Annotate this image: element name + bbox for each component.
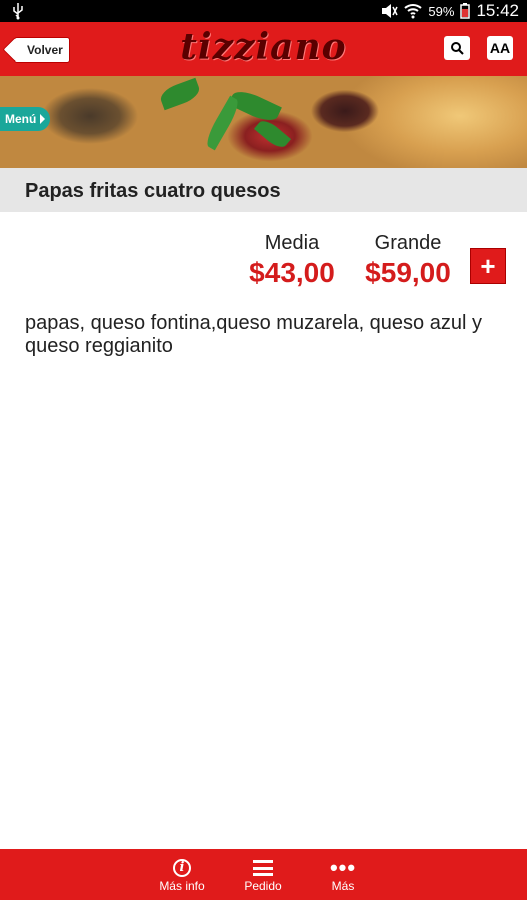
food-banner bbox=[0, 76, 527, 168]
mute-icon bbox=[382, 4, 399, 18]
price-label: Grande bbox=[374, 232, 442, 254]
battery-icon bbox=[460, 3, 471, 19]
info-icon: i bbox=[173, 859, 191, 877]
nav-mas-info[interactable]: i Más info bbox=[147, 857, 217, 893]
usb-icon bbox=[13, 3, 23, 20]
parsley-leaf bbox=[202, 95, 243, 151]
product-title-bar: Papas fritas cuatro quesos bbox=[0, 168, 527, 212]
status-bar: 59% 15:42 bbox=[0, 0, 527, 22]
top-bar: Volver tizziano AA bbox=[0, 22, 527, 76]
nav-label: Más bbox=[331, 879, 355, 893]
price-value: $59,00 bbox=[365, 257, 451, 288]
product-title: Papas fritas cuatro quesos bbox=[25, 180, 281, 202]
price-grande: Grande $59,00 bbox=[356, 232, 460, 289]
nav-pedido[interactable]: Pedido bbox=[228, 857, 298, 893]
wifi-icon bbox=[404, 4, 423, 19]
parsley-leaf bbox=[253, 116, 292, 152]
menu-tab[interactable]: Menú bbox=[0, 107, 51, 131]
add-to-order-button[interactable]: + bbox=[470, 248, 506, 284]
price-media: Media $43,00 bbox=[240, 232, 344, 289]
nav-label: Más info bbox=[159, 879, 205, 893]
search-icon bbox=[451, 42, 464, 55]
price-value: $43,00 bbox=[249, 257, 335, 288]
nav-label: Pedido bbox=[244, 879, 282, 893]
font-size-button[interactable]: AA bbox=[487, 36, 513, 60]
more-icon: ••• bbox=[329, 855, 357, 880]
parsley-leaf bbox=[157, 77, 203, 111]
clock: 15:42 bbox=[476, 1, 519, 20]
price-label: Media bbox=[264, 232, 320, 254]
list-icon bbox=[253, 860, 273, 876]
bottom-nav: i Más info Pedido ••• Más bbox=[0, 849, 527, 900]
search-button[interactable] bbox=[444, 36, 470, 60]
battery-percent: 59% bbox=[428, 3, 455, 19]
nav-mas[interactable]: ••• Más bbox=[308, 855, 378, 894]
product-description: papas, queso fontina,queso muzarela, que… bbox=[25, 312, 482, 357]
